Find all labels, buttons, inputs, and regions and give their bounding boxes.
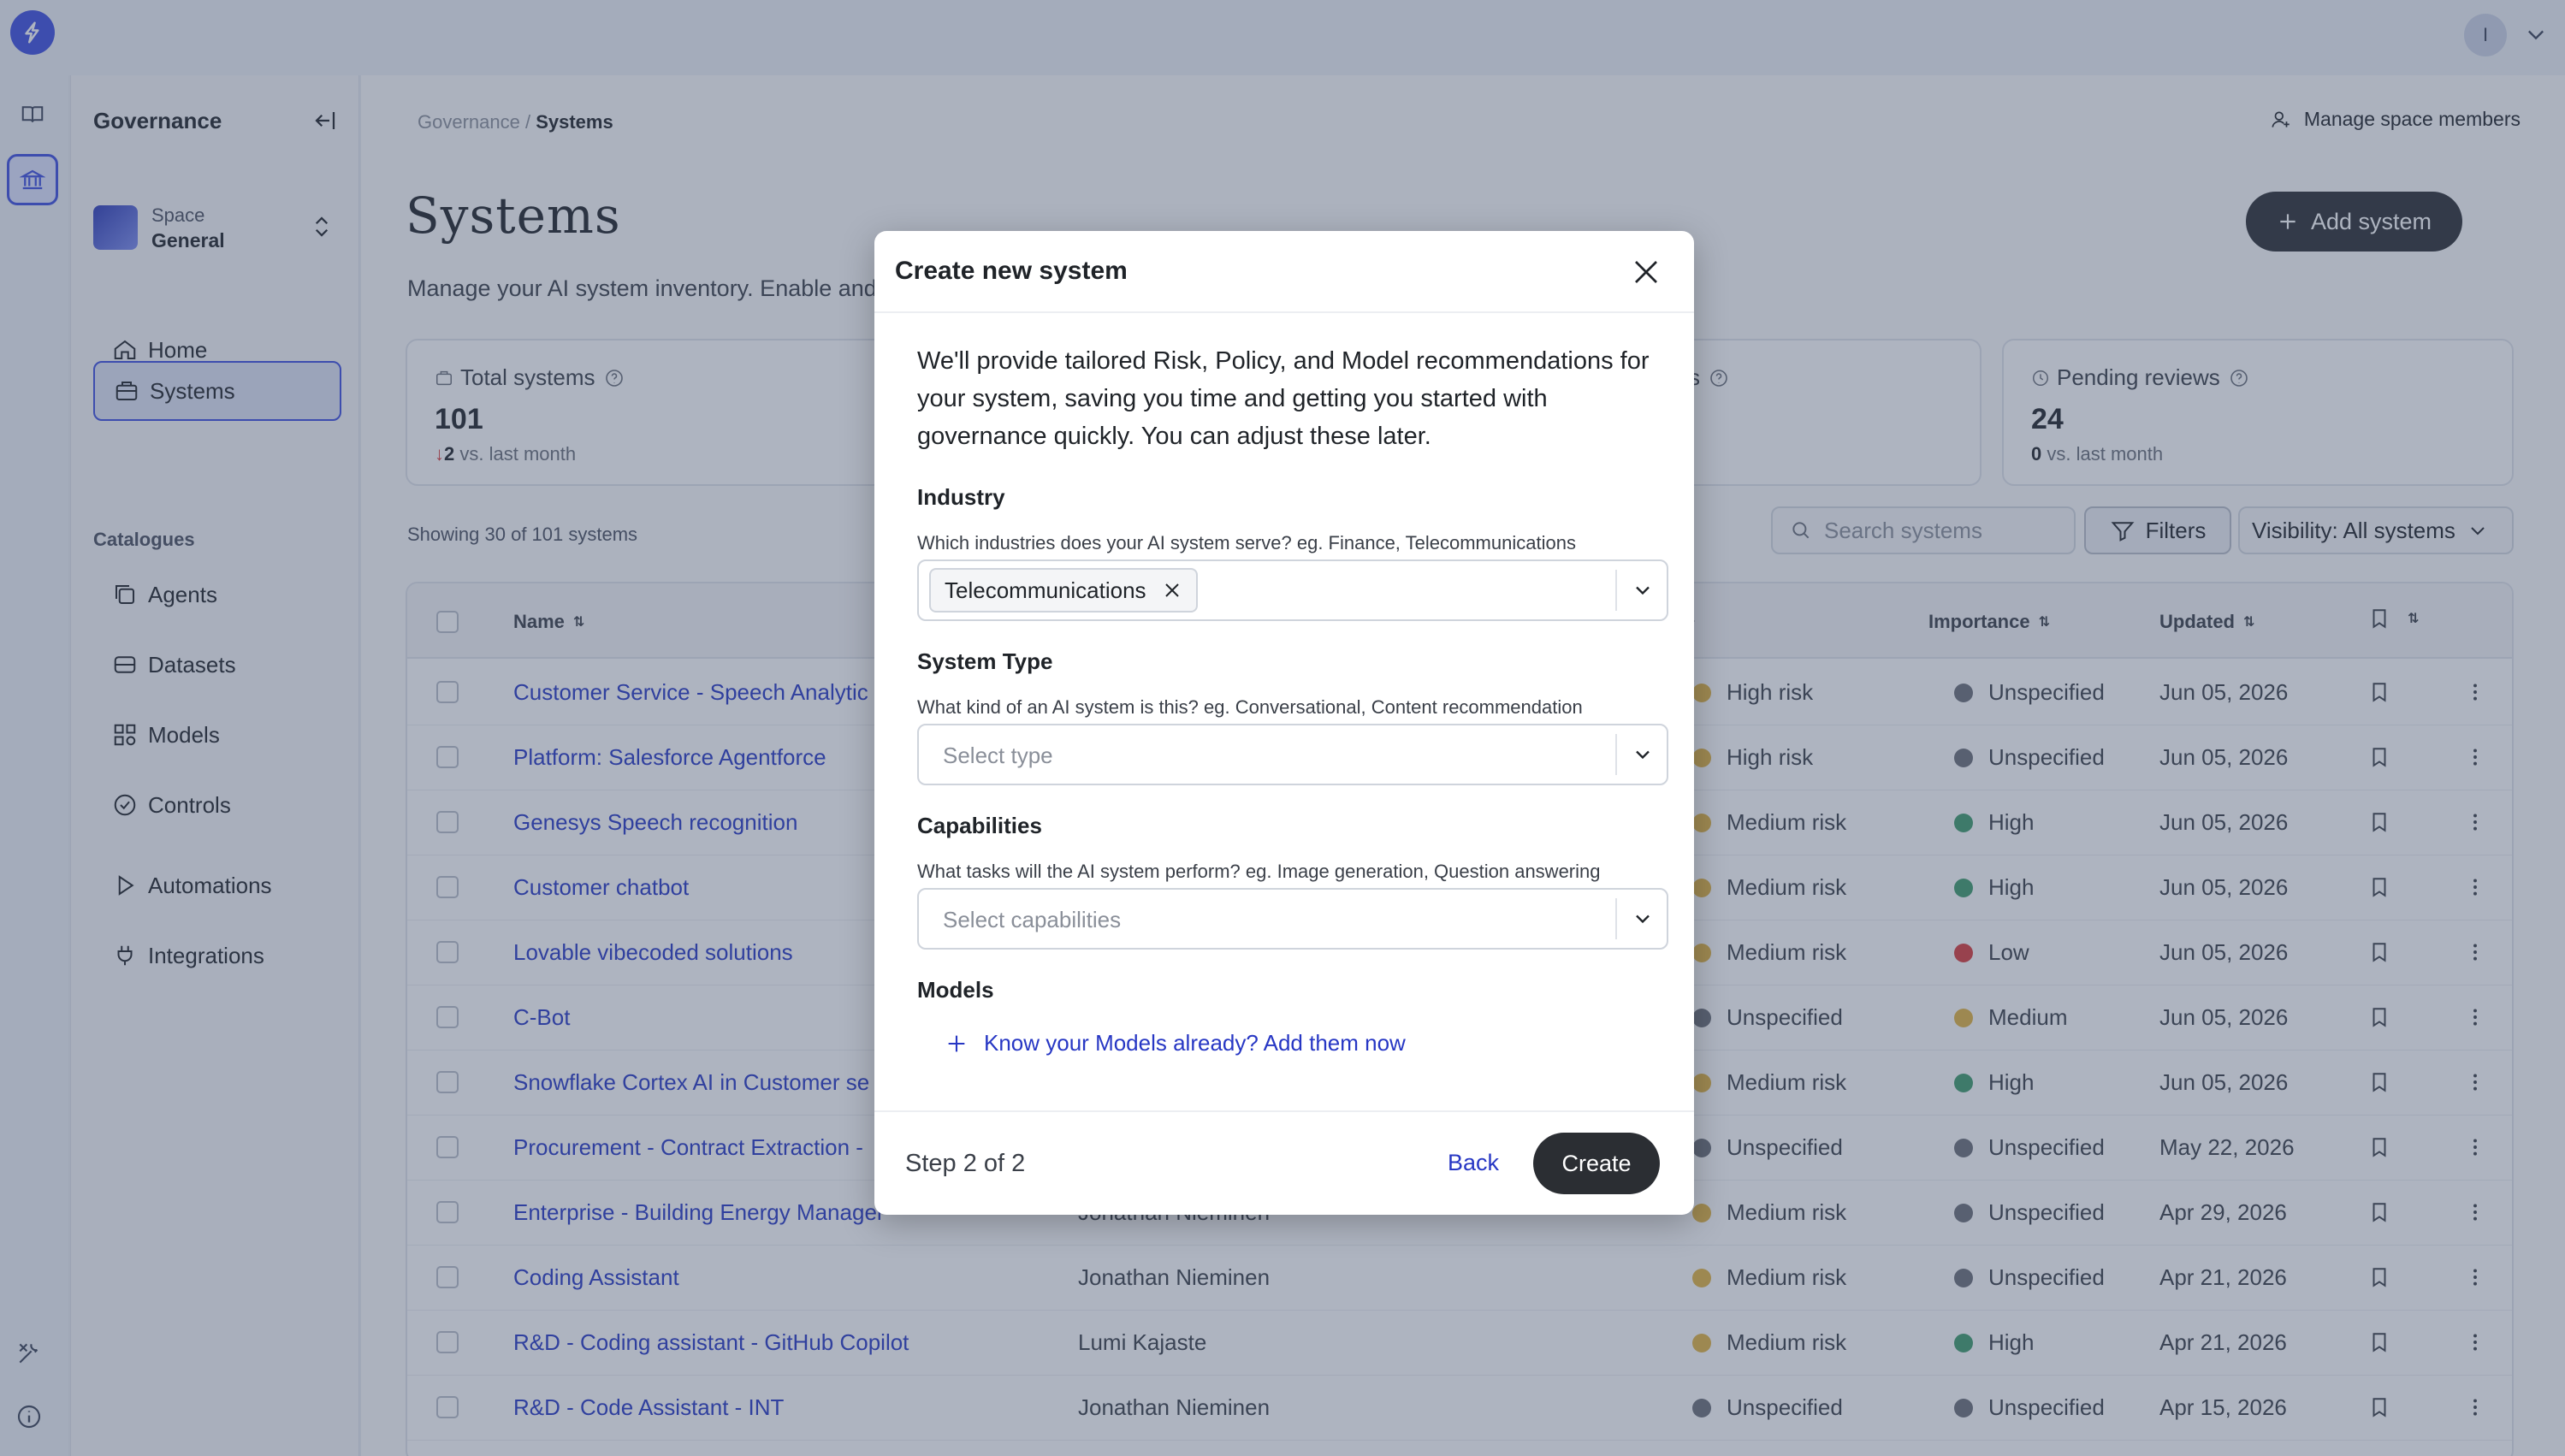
capabilities-placeholder: Select capabilities (943, 907, 1122, 932)
chevron-down-icon[interactable] (1631, 907, 1655, 931)
chevron-down-icon[interactable] (1631, 743, 1655, 766)
chevron-down-icon[interactable] (1631, 578, 1655, 602)
dialog-title: Create new system (895, 257, 1128, 285)
select-divider (1615, 570, 1617, 611)
system-type-label: System Type (917, 648, 1053, 674)
close-icon[interactable] (1631, 257, 1662, 287)
capabilities-select[interactable]: Select capabilities (917, 888, 1668, 950)
system-type-placeholder: Select type (943, 743, 1053, 768)
industry-select[interactable]: Telecommunications (917, 559, 1668, 621)
chip-label: Telecommunications (945, 577, 1146, 603)
add-models-link[interactable]: Know your Models already? Add them now (945, 1030, 1406, 1056)
capabilities-help: What tasks will the AI system perform? e… (917, 861, 1601, 882)
dialog-intro: We'll provide tailored Risk, Policy, and… (917, 347, 1650, 450)
industry-help: Which industries does your AI system ser… (917, 532, 1576, 553)
create-button[interactable]: Create (1533, 1133, 1660, 1194)
industry-label: Industry (917, 484, 1005, 510)
remove-chip-icon[interactable] (1162, 580, 1182, 601)
system-type-help: What kind of an AI system is this? eg. C… (917, 696, 1583, 718)
add-models-label: Know your Models already? Add them now (984, 1030, 1406, 1056)
industry-chip: Telecommunications (929, 568, 1198, 613)
back-button[interactable]: Back (1448, 1150, 1499, 1176)
plus-icon (948, 1035, 965, 1051)
select-divider (1615, 898, 1617, 939)
create-system-dialog: Create new system We'll provide tailored… (874, 231, 1694, 1215)
dialog-header: Create new system (874, 231, 1694, 313)
models-label: Models (917, 977, 994, 1003)
system-type-select[interactable]: Select type (917, 724, 1668, 785)
step-indicator: Step 2 of 2 (905, 1150, 1026, 1177)
capabilities-label: Capabilities (917, 813, 1042, 838)
dialog-footer: Step 2 of 2 Back Create (874, 1110, 1694, 1215)
select-divider (1615, 734, 1617, 775)
